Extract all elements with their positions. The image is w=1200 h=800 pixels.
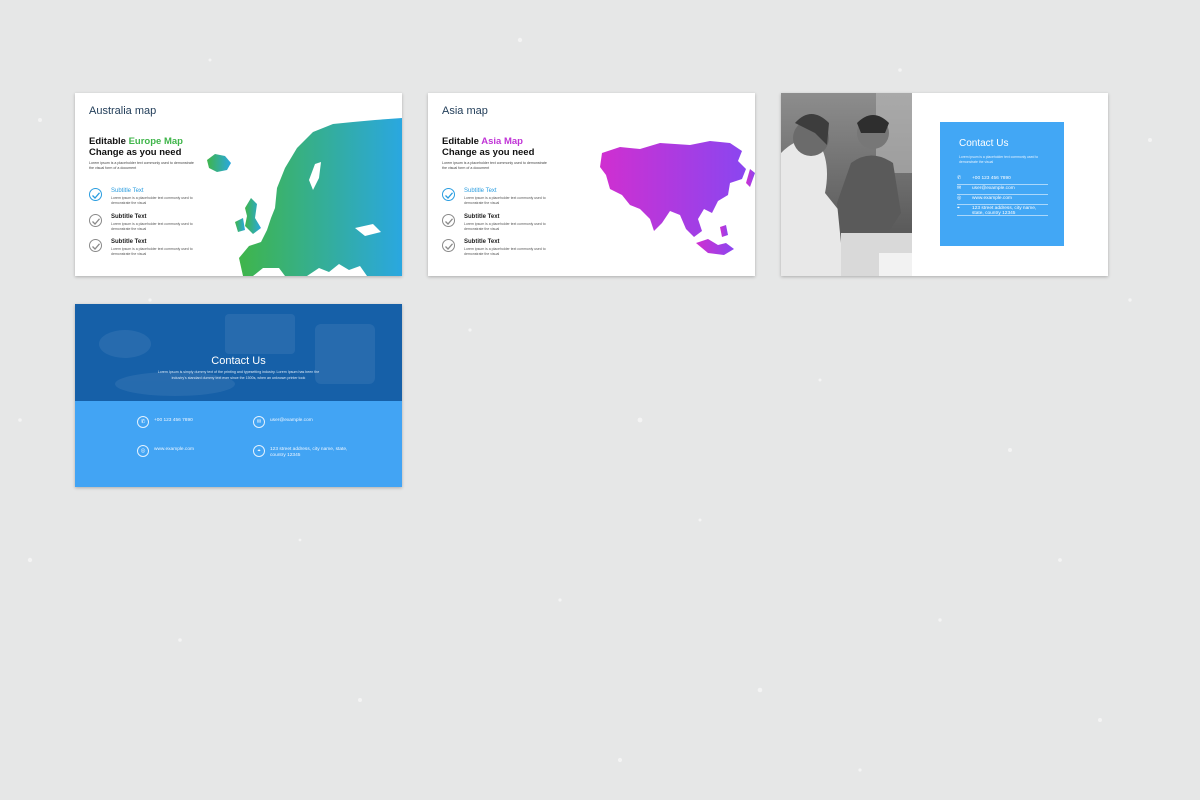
banner-contacts: ✆ +00 123 456 7890 ✉ user@example.com ◎ …: [75, 401, 402, 487]
list-item: Subtitle Text Lorem ipsum is a placehold…: [442, 239, 562, 261]
check-icon: [442, 214, 455, 227]
globe-icon: ◎: [957, 195, 962, 201]
item-description: Lorem ipsum is a placeholder text common…: [464, 222, 546, 231]
contact-phone: +00 123 456 7890: [972, 175, 1011, 181]
contact-web: www.example.com: [972, 195, 1012, 201]
check-icon: [442, 239, 455, 252]
item-title: Subtitle Text: [464, 239, 500, 245]
heading-accent: Europe Map: [128, 136, 183, 147]
item-title: Subtitle Text: [111, 188, 144, 194]
banner-email[interactable]: ✉ user@example.com: [253, 416, 363, 432]
location-icon: ⌖: [957, 205, 960, 211]
contact-row-phone[interactable]: ✆ +00 123 456 7890: [957, 175, 1048, 185]
asia-map: [600, 141, 755, 255]
contact-address: 123 street address, city name, state, co…: [972, 205, 1037, 216]
banner-address[interactable]: ⌖ 123 street address, city name, state, …: [253, 445, 363, 461]
item-description: Lorem ipsum is a placeholder text common…: [464, 196, 546, 205]
item-title: Subtitle Text: [111, 214, 147, 220]
item-title: Subtitle Text: [464, 214, 500, 220]
europe-map: [207, 118, 402, 276]
list-item: Subtitle Text Lorem ipsum is a placehold…: [89, 239, 209, 261]
heading-line2: Change as you need: [89, 147, 182, 158]
list-item: Subtitle Text Lorem ipsum is a placehold…: [442, 214, 562, 236]
slide-heading: Editable Europe Map Change as you need: [89, 136, 183, 158]
banner-email-text: user@example.com: [270, 418, 313, 423]
slide-heading: Editable Asia Map Change as you need: [442, 136, 534, 158]
check-icon: [442, 188, 455, 201]
heading-prefix: Editable: [442, 136, 482, 147]
item-title: Subtitle Text: [464, 188, 497, 194]
banner-phone-text: +00 123 456 7890: [154, 418, 193, 423]
item-title: Subtitle Text: [111, 239, 147, 245]
slide-contact-card[interactable]: Contact Us Lorem ipsum is a placeholder …: [781, 93, 1108, 276]
check-icon: [89, 239, 102, 252]
item-description: Lorem ipsum is a placeholder text common…: [111, 222, 193, 231]
banner-web[interactable]: ◎ www.example.com: [137, 445, 247, 461]
heading-line2: Change as you need: [442, 147, 535, 158]
list-item: Subtitle Text Lorem ipsum is a placehold…: [89, 188, 209, 210]
banner-address-text: 123 street address, city name, state, co…: [270, 447, 348, 458]
contact-row-address[interactable]: ⌖ 123 street address, city name, state, …: [957, 205, 1048, 216]
contact-row-web[interactable]: ◎ www.example.com: [957, 195, 1048, 205]
phone-icon: ✆: [957, 175, 962, 181]
mail-icon: ✉: [253, 416, 265, 428]
location-icon: ⌖: [253, 445, 265, 457]
contact-row-email[interactable]: ✉ user@example.com: [957, 185, 1048, 195]
phone-icon: ✆: [137, 416, 149, 428]
item-description: Lorem ipsum is a placeholder text common…: [464, 247, 546, 256]
check-icon: [89, 214, 102, 227]
banner-header: Contact Us Lorem Ipsum is simply dummy t…: [75, 304, 402, 401]
banner-description: Lorem Ipsum is simply dummy text of the …: [157, 370, 320, 380]
people-photo: [781, 93, 912, 276]
slide-contact-banner[interactable]: Contact Us Lorem Ipsum is simply dummy t…: [75, 304, 402, 487]
heading-accent: Asia Map: [481, 136, 523, 147]
contact-description: Lorem ipsum is a placeholder text common…: [959, 155, 1039, 164]
slide-asia-map[interactable]: Asia map Editable Asia Map Change as you…: [428, 93, 755, 276]
desk-photo-overlay: [99, 314, 375, 396]
globe-icon: ◎: [137, 445, 149, 457]
contact-email: user@example.com: [972, 185, 1015, 191]
list-item: Subtitle Text Lorem ipsum is a placehold…: [89, 214, 209, 236]
contact-card: Contact Us Lorem ipsum is a placeholder …: [940, 122, 1064, 246]
check-icon: [89, 188, 102, 201]
banner-web-text: www.example.com: [154, 447, 194, 452]
contact-title: Contact Us: [959, 138, 1009, 149]
slide-description: Lorem ipsum is a placeholder text common…: [442, 161, 547, 170]
list-item: Subtitle Text Lorem ipsum is a placehold…: [442, 188, 562, 210]
item-description: Lorem ipsum is a placeholder text common…: [111, 196, 193, 205]
heading-prefix: Editable: [89, 136, 129, 147]
banner-title: Contact Us: [211, 355, 266, 367]
mail-icon: ✉: [957, 185, 962, 191]
slide-europe-map[interactable]: Australia map Editable Europe Map Change…: [75, 93, 402, 276]
banner-phone[interactable]: ✆ +00 123 456 7890: [137, 416, 247, 432]
slide-description: Lorem ipsum is a placeholder text common…: [89, 161, 194, 170]
slide-title: Australia map: [89, 105, 157, 117]
item-description: Lorem ipsum is a placeholder text common…: [111, 247, 193, 256]
slide-title: Asia map: [442, 105, 488, 117]
